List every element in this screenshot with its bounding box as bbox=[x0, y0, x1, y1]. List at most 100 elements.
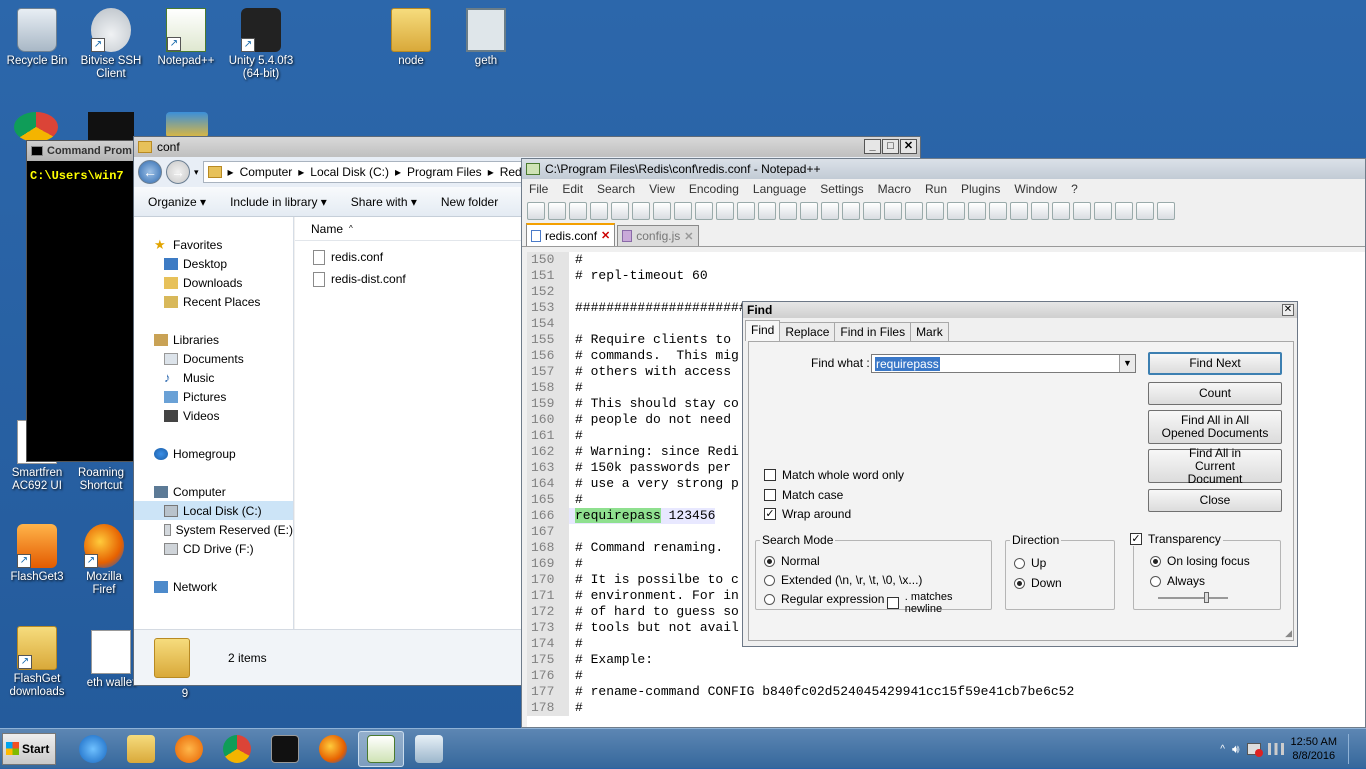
desktop-icon-bitvise[interactable]: ↗ Bitvise SSH Client bbox=[74, 8, 148, 81]
desktop-icon-flashget3[interactable]: ↗ FlashGet3 bbox=[0, 524, 74, 584]
code-line[interactable]: 175 # Example: bbox=[527, 652, 1365, 668]
zoom-in-icon[interactable] bbox=[821, 202, 839, 220]
menu-encoding[interactable]: Encoding bbox=[689, 182, 739, 196]
code-line[interactable]: 152 bbox=[527, 284, 1365, 300]
function-list-icon[interactable] bbox=[1010, 202, 1028, 220]
close-tab-icon[interactable]: ✕ bbox=[684, 230, 693, 243]
nav-favorites[interactable]: ★ Favorites bbox=[134, 235, 293, 254]
folder-workspace-icon[interactable] bbox=[1031, 202, 1049, 220]
transparency-checkbox[interactable]: ✓ Transparency bbox=[1128, 532, 1223, 546]
menu-macro[interactable]: Macro bbox=[878, 182, 911, 196]
slider-thumb[interactable] bbox=[1204, 592, 1209, 603]
find-tab-find[interactable]: Find bbox=[745, 320, 781, 341]
menu-language[interactable]: Language bbox=[753, 182, 806, 196]
desktop-icon-node[interactable]: node bbox=[374, 8, 448, 68]
nav-music[interactable]: ♪ Music bbox=[134, 368, 293, 387]
nav-desktop[interactable]: Desktop bbox=[134, 254, 293, 273]
show-hidden-icons-icon[interactable]: ^ bbox=[1220, 744, 1225, 755]
desktop-icon-geth[interactable]: geth bbox=[449, 8, 523, 68]
taskbar-chrome[interactable] bbox=[214, 731, 260, 767]
replace-icon[interactable] bbox=[800, 202, 818, 220]
close-all-icon[interactable] bbox=[632, 202, 650, 220]
save-icon[interactable] bbox=[569, 202, 587, 220]
taskbar-notepadpp[interactable] bbox=[358, 730, 404, 767]
play-macro-icon[interactable] bbox=[1115, 202, 1133, 220]
new-file-icon[interactable] bbox=[527, 202, 545, 220]
show-all-chars-icon[interactable] bbox=[926, 202, 944, 220]
indent-guide-icon[interactable] bbox=[947, 202, 965, 220]
taskbar-media-player[interactable] bbox=[166, 731, 212, 767]
tab-config-js[interactable]: config.js ✕ bbox=[617, 225, 699, 246]
undo-icon[interactable] bbox=[737, 202, 755, 220]
zoom-out-icon[interactable] bbox=[842, 202, 860, 220]
start-button[interactable]: Start bbox=[2, 732, 56, 765]
menu-edit[interactable]: Edit bbox=[562, 182, 583, 196]
direction-down-radio[interactable]: Down bbox=[1014, 576, 1062, 590]
nav-cd-drive[interactable]: CD Drive (F:) bbox=[134, 539, 293, 558]
npp-titlebar[interactable]: C:\Program Files\Redis\conf\redis.conf -… bbox=[522, 159, 1365, 179]
cut-icon[interactable] bbox=[674, 202, 692, 220]
nav-pictures[interactable]: Pictures bbox=[134, 387, 293, 406]
code-line[interactable]: 178 # bbox=[527, 700, 1365, 716]
back-button[interactable]: ← bbox=[138, 160, 162, 184]
network-signal-icon[interactable] bbox=[1267, 743, 1284, 755]
breadcrumb-program-files[interactable]: Program Files bbox=[407, 165, 482, 179]
nav-computer[interactable]: Computer bbox=[134, 482, 293, 501]
menu-plugins[interactable]: Plugins bbox=[961, 182, 1000, 196]
find-tab-mark[interactable]: Mark bbox=[910, 322, 949, 342]
menu-settings[interactable]: Settings bbox=[820, 182, 863, 196]
nvidia-desktop-icon[interactable] bbox=[88, 112, 134, 142]
desktop-icon-recycle-bin[interactable]: Recycle Bin bbox=[0, 8, 74, 68]
redo-icon[interactable] bbox=[758, 202, 776, 220]
print-icon[interactable] bbox=[653, 202, 671, 220]
close-button[interactable]: ✕ bbox=[900, 139, 917, 154]
command-prompt-window[interactable]: Command Prom C:\Users\win7 bbox=[26, 140, 138, 462]
search-mode-regex-radio[interactable]: Regular expression bbox=[764, 592, 884, 606]
count-button[interactable]: Count bbox=[1148, 382, 1282, 405]
close-button[interactable]: Close bbox=[1148, 489, 1282, 512]
menu-window[interactable]: Window bbox=[1014, 182, 1057, 196]
sync-vertical-icon[interactable] bbox=[863, 202, 881, 220]
menu-file[interactable]: File bbox=[529, 182, 548, 196]
find-titlebar[interactable]: Find bbox=[743, 302, 1297, 318]
desktop-icon-firefox[interactable]: ↗ Mozilla Firef bbox=[74, 524, 134, 597]
taskbar-firefox[interactable] bbox=[310, 731, 356, 767]
history-dropdown-icon[interactable]: ▾ bbox=[194, 167, 199, 178]
code-line[interactable]: 151 # repl-timeout 60 bbox=[527, 268, 1365, 284]
desktop-icon-flashget-downloads[interactable]: ↗ FlashGet downloads bbox=[0, 626, 74, 699]
chrome-desktop-icon[interactable] bbox=[14, 112, 58, 142]
word-wrap-icon[interactable] bbox=[905, 202, 923, 220]
save-all-icon[interactable] bbox=[590, 202, 608, 220]
explorer-titlebar[interactable]: conf _ □ ✕ bbox=[134, 137, 920, 157]
find-tab-replace[interactable]: Replace bbox=[779, 322, 836, 342]
minimize-button[interactable]: _ bbox=[864, 139, 881, 154]
desktop-icon-unity[interactable]: ↗ Unity 5.4.0f3 (64-bit) bbox=[224, 8, 298, 81]
menu-view[interactable]: View bbox=[649, 182, 675, 196]
transparency-on-losing-focus-radio[interactable]: On losing focus bbox=[1150, 554, 1250, 568]
search-mode-extended-radio[interactable]: Extended (\n, \r, \t, \0, \x...) bbox=[764, 573, 922, 587]
nav-libraries[interactable]: Libraries bbox=[134, 330, 293, 349]
nav-local-disk[interactable]: Local Disk (C:) bbox=[134, 501, 293, 520]
transparency-slider[interactable] bbox=[1158, 592, 1228, 603]
code-line[interactable]: 176 # bbox=[527, 668, 1365, 684]
include-library-button[interactable]: Include in library ▾ bbox=[230, 195, 327, 209]
close-tab-icon[interactable]: ✕ bbox=[601, 229, 610, 242]
cmd-titlebar[interactable]: Command Prom bbox=[27, 141, 137, 161]
code-line[interactable]: 177 # rename-command CONFIG b840fc02d5240… bbox=[527, 684, 1365, 700]
maximize-button[interactable]: □ bbox=[882, 139, 899, 154]
app-desktop-icon[interactable] bbox=[166, 112, 208, 138]
find-close-icon[interactable]: ✕ bbox=[1282, 304, 1294, 316]
menu-help[interactable]: ? bbox=[1071, 182, 1078, 196]
find-dialog[interactable]: Find ✕ Find Replace Find in Files Mark F… bbox=[742, 301, 1298, 647]
code-line[interactable]: 150 # bbox=[527, 252, 1365, 268]
taskbar-cmd[interactable] bbox=[262, 731, 308, 767]
open-file-icon[interactable] bbox=[548, 202, 566, 220]
monitor-icon[interactable] bbox=[1052, 202, 1070, 220]
show-desktop-button[interactable] bbox=[1348, 734, 1360, 764]
taskbar-ie[interactable] bbox=[70, 731, 116, 767]
menu-search[interactable]: Search bbox=[597, 182, 635, 196]
nav-homegroup[interactable]: Homegroup bbox=[134, 444, 293, 463]
breadcrumb-computer[interactable]: Computer bbox=[240, 165, 293, 179]
nav-system-reserved[interactable]: System Reserved (E:) bbox=[134, 520, 293, 539]
doc-map-icon[interactable] bbox=[989, 202, 1007, 220]
